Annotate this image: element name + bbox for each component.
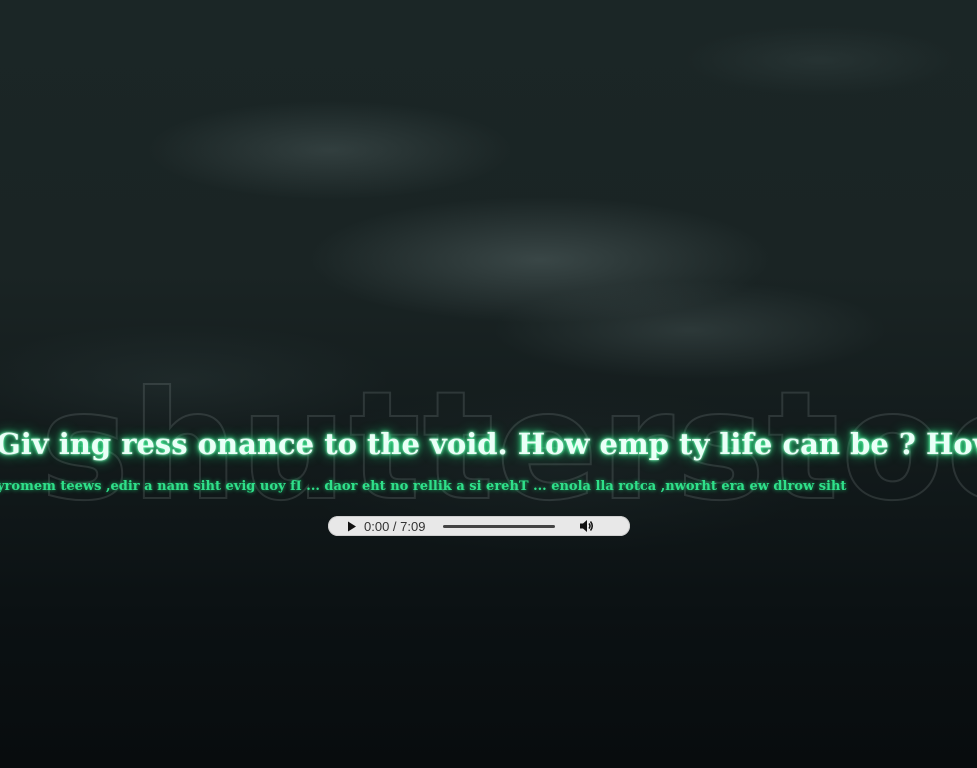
audio-player: 0:00 / 7:09 (328, 516, 630, 536)
volume-button[interactable] (577, 516, 597, 536)
seek-bar[interactable] (443, 524, 555, 528)
play-button[interactable] (340, 516, 364, 536)
lyric-reversed-line: yromem teews ,edir a nam siht evig uoy f… (0, 479, 847, 494)
time-separator: / (389, 518, 401, 534)
current-time: 0:00 (364, 518, 390, 534)
lyric-main-line: Giv ing ress onance to the void. How emp… (0, 427, 977, 461)
time-display: 0:00 / 7:09 (364, 519, 444, 534)
play-icon (348, 521, 356, 531)
background-sky: shutterstock Giv ing ress onance to the … (0, 0, 977, 768)
duration: 7:09 (400, 518, 426, 534)
volume-icon (580, 520, 593, 532)
